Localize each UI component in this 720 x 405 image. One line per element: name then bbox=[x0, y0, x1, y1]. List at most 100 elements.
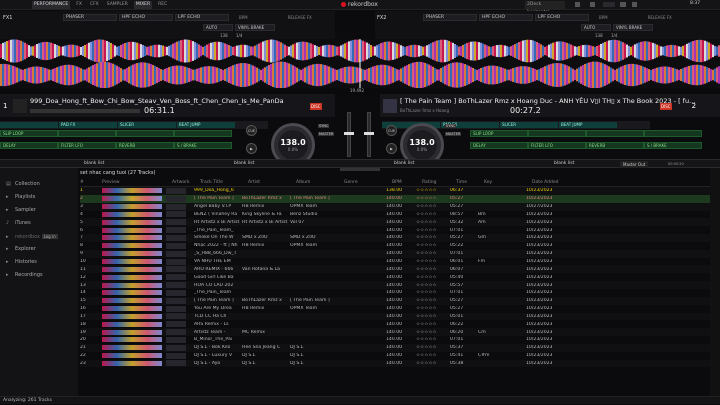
browser-tab-2[interactable]: blank list bbox=[234, 161, 394, 166]
fx1-effect-1[interactable]: PHASER bbox=[63, 14, 117, 21]
rec-button[interactable] bbox=[603, 2, 615, 7]
table-row[interactable]: 23 DJ S.L - Ayo DJ S.L DJ S.L 140.00 ☆☆☆☆☆ 05… bbox=[80, 359, 710, 368]
table-row[interactable]: 21 DJ S.L - Bok Kilo Hee Sna Jeang C DJ S.L… bbox=[80, 343, 710, 352]
deck2-play-button[interactable]: ▶ bbox=[386, 143, 397, 154]
fx2-bpm-mode[interactable]: AUTO bbox=[581, 24, 611, 31]
table-row[interactable]: 18 ARS Remix - Ls 140.00 ☆☆☆☆☆ 06:22 10/23/20… bbox=[80, 320, 710, 328]
sidebar-item-itunes[interactable]: ♪ iTunes bbox=[0, 217, 78, 230]
sidebar-item-collection[interactable]: ▤ Collection bbox=[0, 178, 78, 191]
table-row[interactable]: 3 Angel Baby V.I.P HB Remix OPMX Team 140.00… bbox=[80, 202, 710, 211]
fx1-knobs[interactable] bbox=[3, 26, 203, 30]
col-bpm[interactable]: BPM bbox=[392, 180, 422, 185]
browser-tab-3[interactable]: blank list bbox=[394, 161, 554, 166]
fx2-knobs[interactable] bbox=[377, 26, 581, 30]
deck1-slicer[interactable]: SLICER bbox=[118, 122, 176, 128]
deck2-slicer[interactable]: SLICER bbox=[500, 122, 558, 128]
col-date[interactable]: Date Added bbox=[532, 180, 582, 185]
deck2-beatjump[interactable]: BEAT JUMP bbox=[559, 122, 617, 128]
col-time[interactable]: Time bbox=[456, 180, 484, 185]
deck1-reverb[interactable]: REVERB bbox=[116, 142, 174, 149]
sidebar-item-recordings[interactable]: ▸ Recordings bbox=[0, 269, 78, 282]
deck1-progress[interactable] bbox=[30, 108, 140, 113]
fx2-effect-1[interactable]: PHASER bbox=[423, 14, 477, 21]
fx2-release-value[interactable]: VINYL BRAKE bbox=[613, 24, 653, 31]
table-row[interactable]: 11 ARO REMIX - 666 Van Rotana & La 140.00 ☆☆… bbox=[80, 265, 710, 274]
col-rating[interactable]: Rating bbox=[422, 180, 456, 185]
col-number[interactable]: # bbox=[80, 180, 102, 185]
browser-tab-1[interactable]: blank list bbox=[84, 161, 234, 166]
table-row[interactable]: 12 Good Girl Like Ba 140.00 ☆☆☆☆☆ 05:40 10/23… bbox=[80, 273, 710, 281]
table-row[interactable]: 6 _The_Pain_Team_ 140.00 ☆☆☆☆☆ 07:01 10/23/20… bbox=[80, 226, 710, 234]
main-waveform[interactable] bbox=[0, 39, 720, 89]
table-row[interactable]: 5 Ht Artistz x Bi Artist Ht Artistz x Bi A… bbox=[80, 218, 710, 227]
table-row[interactable]: 17 TCD CC Ha Ch 140.00 ☆☆☆☆☆ 05:01 10/23/2023 bbox=[80, 312, 710, 321]
table-row[interactable]: 22 DJ S.L - Luxury V DJ S.L DJ S.L 140.00 ☆☆☆… bbox=[80, 352, 710, 360]
table-row[interactable]: 10 VA NHU THE EM 140.00 ☆☆☆☆☆ 06:01 Fm 10/23/2… bbox=[80, 258, 710, 266]
table-row[interactable]: 14 _The_Pain_Team 140.00 ☆☆☆☆☆ 07:01 10/23/20… bbox=[80, 289, 710, 297]
sidebar-item-sampler[interactable]: ▸ Sampler bbox=[0, 204, 78, 217]
deck2-sync[interactable]: SYNC bbox=[445, 124, 457, 128]
deck2-brake[interactable]: S / BRAKE bbox=[644, 142, 702, 149]
deck2-badge[interactable]: DISC bbox=[660, 102, 672, 110]
table-row[interactable]: 19 Artistz Team - MC Remix 140.00 ☆☆☆☆☆ 06:2… bbox=[80, 328, 710, 337]
master-out[interactable]: Master Out bbox=[620, 161, 649, 168]
table-row[interactable]: 4 BENZ ( Vinahey Ra King Skyline & Fa Benz … bbox=[80, 211, 710, 219]
deck1-brake[interactable]: S / BRAKE bbox=[174, 142, 232, 149]
deck2-filter-lfo[interactable]: FILTER LFO bbox=[528, 142, 586, 149]
fx1-effect-3[interactable]: LPF ECHO bbox=[175, 14, 229, 21]
deck2-fx-c[interactable] bbox=[586, 130, 644, 137]
deck1-badge[interactable]: DISC bbox=[310, 102, 322, 110]
deck1-pad-1[interactable] bbox=[0, 122, 58, 128]
deck1-master[interactable]: MASTER bbox=[318, 132, 335, 136]
deck2-cue-button[interactable]: CUE bbox=[386, 125, 397, 136]
deck1-slip-loop[interactable]: SLIP LOOP bbox=[0, 130, 58, 137]
fx1-effect-2[interactable]: HPF ECHO bbox=[119, 14, 173, 21]
col-key[interactable]: Key bbox=[484, 180, 532, 185]
deck1-fx-d[interactable] bbox=[174, 130, 232, 137]
deck1-padfx[interactable]: PAD FX bbox=[59, 122, 117, 128]
fx2-effect-3[interactable]: LPF ECHO bbox=[535, 14, 589, 21]
table-row[interactable]: 16 You Are My Drea HB Remix OPMX Team 140.00… bbox=[80, 305, 710, 313]
gear-icon[interactable] bbox=[632, 2, 637, 7]
table-row[interactable]: 15 [ The Pain Team ] BoThLazer Rmz x [ The … bbox=[80, 296, 710, 305]
fx1-release-value[interactable]: VINYL BRAKE bbox=[235, 24, 275, 31]
mic-icon[interactable] bbox=[590, 2, 595, 7]
tab-mixer[interactable]: MIXER bbox=[133, 0, 153, 9]
deck1-fx-c[interactable] bbox=[116, 130, 174, 137]
scrollbar[interactable] bbox=[710, 168, 720, 396]
deck2-fx-b[interactable] bbox=[528, 130, 586, 137]
col-title[interactable]: Track Title bbox=[200, 180, 248, 185]
table-row[interactable]: 13 HOA CO LAU 202 140.00 ☆☆☆☆☆ 05:57 10/23/20… bbox=[80, 281, 710, 289]
col-preview[interactable]: Preview bbox=[102, 180, 172, 185]
deck1-sync[interactable]: SYNC bbox=[318, 124, 330, 128]
deck2-master[interactable]: MASTER bbox=[445, 132, 462, 136]
deck2-reverb[interactable]: REVERB bbox=[586, 142, 644, 149]
col-artwork[interactable]: Artwork bbox=[172, 180, 200, 185]
sidebar-item-playlists[interactable]: ▸ Playlists bbox=[0, 191, 78, 204]
user-icon[interactable] bbox=[620, 2, 626, 7]
channel2-fader-cap[interactable] bbox=[364, 132, 374, 135]
tab-fx[interactable]: FX bbox=[74, 1, 84, 9]
grid-icon[interactable] bbox=[575, 2, 580, 7]
tab-sampler[interactable]: SAMPLER bbox=[105, 1, 130, 9]
deck1-fx-b[interactable] bbox=[58, 130, 116, 137]
table-row[interactable]: 2 [ The Pain Team ] BoThLazer Rmz x [ The P… bbox=[80, 194, 710, 203]
deck1-delay[interactable]: DELAY bbox=[0, 142, 58, 149]
tab-cfx[interactable]: CFX bbox=[88, 1, 101, 9]
login-button[interactable]: Log in bbox=[41, 234, 58, 239]
table-row[interactable]: 1 999_Doa_Hong_6 138.00 ☆☆☆☆☆ 06:37 10/23/202… bbox=[80, 187, 710, 195]
layout-select[interactable]: 2Deck horizontal bbox=[525, 1, 565, 15]
tab-rec[interactable]: REC bbox=[156, 1, 169, 9]
sidebar-item-explorer[interactable]: ▸ Explorer bbox=[0, 243, 78, 256]
deck1-play-button[interactable]: ▶ bbox=[246, 143, 257, 154]
deck2-slip-loop[interactable]: SLIP LOOP bbox=[470, 130, 528, 137]
fx2-effect-2[interactable]: HPF ECHO bbox=[479, 14, 533, 21]
fx2-beat[interactable]: 1/4 bbox=[611, 33, 617, 38]
fx1-beat[interactable]: 1/4 bbox=[236, 33, 242, 38]
table-row[interactable]: 20 B_Minor_The_Pai 140.00 ☆☆☆☆☆ 07:01 10/23/2… bbox=[80, 336, 710, 344]
table-row[interactable]: 7 Smoke On The W SMD x ZIIO SMD x ZIIO 140.0… bbox=[80, 234, 710, 242]
mode-select[interactable]: PERFORMANCE bbox=[32, 0, 71, 9]
sidebar-item-rekordbox[interactable]: ▸ rekordbox Log in bbox=[0, 230, 78, 243]
deck2-fx-d[interactable] bbox=[644, 130, 702, 137]
col-artist[interactable]: Artist bbox=[248, 180, 296, 185]
